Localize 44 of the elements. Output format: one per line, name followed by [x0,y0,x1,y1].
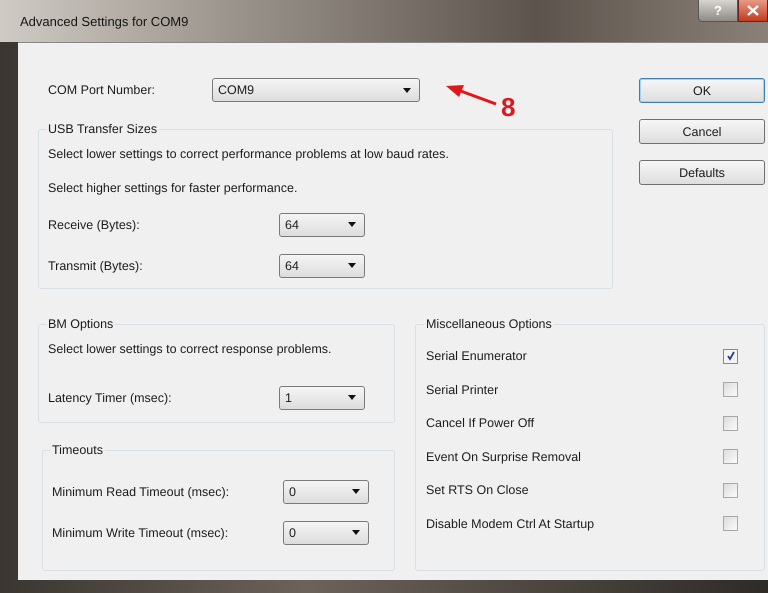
field-label: Minimum Write Timeout (msec): [52,526,230,540]
caret-icon [348,263,356,268]
dialog-button[interactable]: Cancel [639,119,765,144]
caret-icon [348,222,356,227]
option-label: Serial Printer [426,382,498,397]
field-label: Minimum Read Timeout (msec): [52,484,230,498]
option-label: Serial Enumerator [426,349,527,363]
caret-icon [352,530,360,535]
window-title: Advanced Settings for COM9 [20,14,188,29]
dropdown[interactable]: 64 [279,212,365,236]
dialog-button[interactable]: OK [639,78,765,103]
field-label: COM Port Number: [48,83,156,97]
dropdown[interactable]: 0 [283,520,369,544]
close-icon [747,5,759,16]
option-label: Disable Modem Ctrl At Startup [426,516,594,531]
dropdown[interactable]: 1 [279,386,365,410]
caret-icon [403,88,411,92]
field-label: Receive (Bytes): [48,218,141,232]
dialog-button[interactable]: Defaults [639,160,765,185]
checkbox[interactable] [723,516,738,532]
option-label: Set RTS On Close [426,483,529,498]
annotation-label: 8 [501,93,516,121]
field-label: Transmit (Bytes): [48,258,144,272]
caret-icon [352,489,360,494]
field-label: Latency Timer (msec): [48,390,173,404]
group-title: Timeouts [51,443,104,457]
description-text: Select lower settings to correct performance problems at low baud rates. [48,146,449,162]
dropdown[interactable]: 0 [283,480,369,504]
group-title: USB Transfer Sizes [47,122,158,136]
checkbox[interactable] [723,416,738,431]
dropdown[interactable]: 64 [279,254,365,278]
option-label: Event On Surprise Removal [426,450,581,464]
description-text: Select higher settings for faster performance. [48,180,298,196]
close-button[interactable] [738,0,768,22]
option-label: Cancel If Power Off [426,416,534,430]
checkbox[interactable] [723,382,738,398]
checkbox[interactable] [723,482,738,498]
checkbox[interactable] [723,449,738,464]
checkbox[interactable] [723,348,738,364]
group-title: Miscellaneous Options [425,317,553,331]
description-text: Select lower settings to correct response problems. [48,341,332,357]
group-title: BM Options [47,317,114,331]
caret-icon [348,395,356,400]
dropdown[interactable]: COM9 [212,78,420,102]
